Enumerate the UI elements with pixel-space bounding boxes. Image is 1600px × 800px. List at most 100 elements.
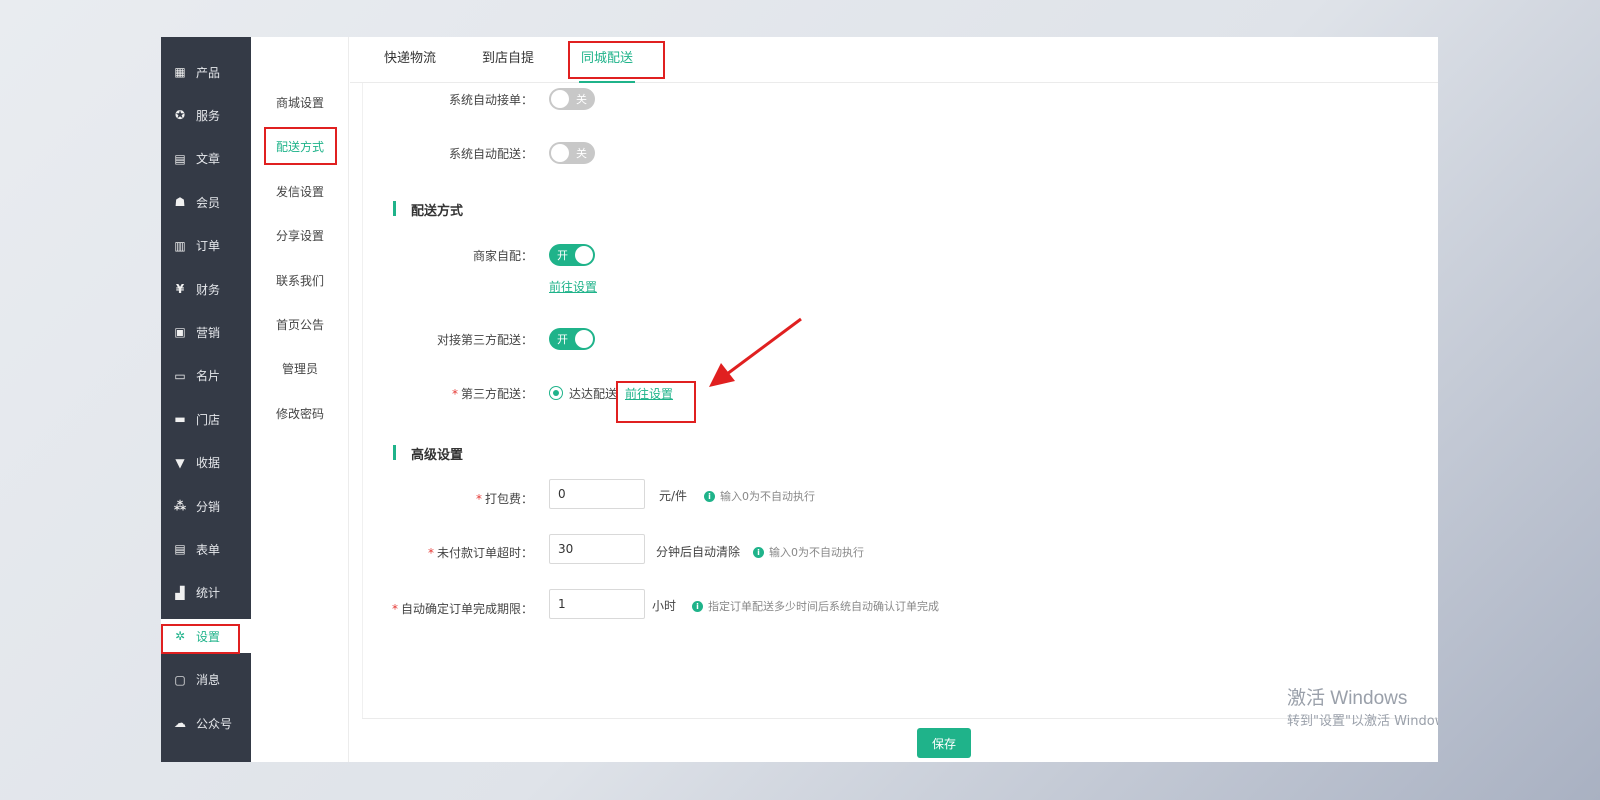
sidebar-item-label: 表单 bbox=[196, 542, 221, 557]
distribution-icon: ⁂ bbox=[173, 499, 187, 513]
chart-icon: ▟ bbox=[175, 585, 185, 600]
sidebar-item-9[interactable]: ▼ 收据 bbox=[161, 446, 251, 480]
merchant-self-label: 商家自配： bbox=[472, 249, 533, 263]
switch-state: 开 bbox=[557, 333, 568, 346]
card-icon: ▭ bbox=[174, 368, 186, 383]
info-icon: i bbox=[692, 600, 703, 612]
merchant-self-settings-link[interactable]: 前往设置 bbox=[549, 278, 597, 295]
auto-confirm-unit: 小时 bbox=[652, 599, 677, 613]
document-icon: ▤ bbox=[174, 151, 186, 166]
sidebar-item-label: 产品 bbox=[196, 65, 221, 80]
member-icon: ☗ bbox=[174, 195, 186, 210]
sidebar-item-label: 营销 bbox=[196, 325, 221, 340]
third-party-toggle-switch[interactable]: 开 bbox=[549, 328, 595, 350]
submenu-item-6[interactable]: 管理员 bbox=[251, 354, 349, 384]
sidebar-item-label: 分销 bbox=[196, 499, 221, 514]
sidebar-item-label: 订单 bbox=[196, 239, 221, 254]
unpaid-timeout-input[interactable] bbox=[549, 534, 645, 564]
tab-local-delivery[interactable]: 同城配送 bbox=[578, 37, 636, 83]
sidebar-item-label: 文章 bbox=[196, 152, 221, 167]
tab-express[interactable]: 快递物流 bbox=[384, 37, 436, 83]
required-mark: * bbox=[451, 387, 458, 401]
sidebar-item-13[interactable]: ✲ 设置 bbox=[161, 619, 251, 654]
third-party-toggle-label: 对接第三方配送： bbox=[436, 333, 533, 347]
switch-state: 开 bbox=[557, 249, 568, 262]
unpaid-timeout-label-text: 未付款订单超时： bbox=[436, 546, 533, 560]
auto-confirm-input[interactable] bbox=[549, 589, 645, 619]
content-area: 快递物流 到店自提 同城配送 系统自动接单： 关 系统自动配送： 关 配送方式 … bbox=[350, 37, 1438, 762]
arrow-annotation-icon bbox=[709, 317, 802, 387]
dada-radio[interactable] bbox=[549, 386, 563, 400]
dada-settings-link[interactable]: 前往设置 bbox=[625, 385, 673, 402]
sidebar-item-label: 会员 bbox=[196, 195, 221, 210]
third-party-label-text: 第三方配送： bbox=[460, 387, 533, 401]
gift-icon: ▣ bbox=[174, 325, 186, 340]
third-party-label: * 第三方配送： bbox=[233, 385, 533, 402]
packing-fee-input[interactable] bbox=[549, 479, 645, 509]
unpaid-timeout-hint: i 输入0为不自动执行 bbox=[753, 544, 864, 560]
packing-fee-label: * 打包费： bbox=[233, 490, 533, 507]
sidebar-item-label: 收据 bbox=[196, 456, 221, 471]
switch-knob bbox=[575, 330, 593, 348]
auto-confirm-hint: i 指定订单配送多少时间后系统自动确认订单完成 bbox=[692, 598, 939, 614]
sidebar-item-5[interactable]: ¥ 财务 bbox=[161, 272, 251, 306]
switch-state: 关 bbox=[576, 147, 587, 160]
section-delivery-title: 配送方式 bbox=[393, 200, 463, 219]
store-icon: ▬ bbox=[174, 412, 186, 427]
hint-text: 输入0为不自动执行 bbox=[769, 546, 864, 559]
auto-confirm-label: * 自动确定订单完成期限： bbox=[233, 600, 533, 617]
sidebar-item-label: 设置 bbox=[196, 629, 221, 644]
save-button[interactable]: 保存 bbox=[917, 728, 971, 758]
dada-option-label: 达达配送 bbox=[569, 387, 618, 401]
switch-knob bbox=[551, 90, 569, 108]
hint-text: 输入0为不自动执行 bbox=[720, 490, 815, 503]
unpaid-timeout-label: * 未付款订单超时： bbox=[233, 544, 533, 561]
yen-icon: ¥ bbox=[175, 282, 185, 296]
message-icon: ▢ bbox=[174, 672, 186, 687]
sidebar-item-label: 公众号 bbox=[196, 716, 233, 731]
section-advanced-title: 高级设置 bbox=[393, 444, 463, 463]
hint-text: 指定订单配送多少时间后系统自动确认订单完成 bbox=[708, 600, 939, 613]
sidebar-item-14[interactable]: ▢ 消息 bbox=[161, 663, 251, 697]
switch-knob bbox=[551, 144, 569, 162]
service-icon: ✪ bbox=[174, 108, 186, 123]
auto-accept-label: 系统自动接单： bbox=[448, 93, 533, 107]
required-mark: * bbox=[391, 602, 398, 616]
packing-fee-unit: 元/件 bbox=[659, 489, 688, 503]
submenu-item-4[interactable]: 联系我们 bbox=[251, 266, 349, 296]
sidebar-item-label: 名片 bbox=[196, 369, 221, 384]
sidebar-item-15[interactable]: ☁ 公众号 bbox=[161, 706, 251, 740]
required-mark: * bbox=[427, 546, 434, 560]
receipt-icon: ▼ bbox=[175, 455, 185, 470]
packing-fee-label-text: 打包费： bbox=[484, 492, 533, 506]
app-window: ▦ 产品 ✪ 服务 ▤ 文章 ☗ 会员 ▥ 订单 ¥ 财务 ▣ 营销 ▭ 名片 ▬ 门店 ▼ 收据 ⁂ 分销 ▤ 表单 ▟ 统计 ✲… bbox=[161, 37, 1438, 762]
submenu-item-2[interactable]: 发信设置 bbox=[251, 177, 349, 207]
merchant-self-switch[interactable]: 开 bbox=[549, 244, 595, 266]
sidebar-item-3[interactable]: ☗ 会员 bbox=[161, 185, 251, 219]
delivery-tabs: 快递物流 到店自提 同城配送 bbox=[350, 37, 1438, 83]
auto-confirm-label-text: 自动确定订单完成期限： bbox=[400, 602, 533, 616]
gear-icon: ✲ bbox=[174, 629, 186, 644]
sidebar-item-0[interactable]: ▦ 产品 bbox=[161, 55, 251, 89]
auto-delivery-switch[interactable]: 关 bbox=[549, 142, 595, 164]
grid-icon: ▦ bbox=[174, 65, 186, 79]
settings-form: 系统自动接单： 关 系统自动配送： 关 配送方式 商家自配： 开 前往设置 对接… bbox=[362, 83, 1438, 718]
windows-watermark-title: 激活 Windows bbox=[1287, 688, 1408, 709]
auto-accept-switch[interactable]: 关 bbox=[549, 88, 595, 110]
sidebar-item-label: 门店 bbox=[196, 412, 221, 427]
submenu-item-7[interactable]: 修改密码 bbox=[251, 399, 349, 429]
auto-delivery-label: 系统自动配送： bbox=[448, 147, 533, 161]
unpaid-timeout-unit: 分钟后自动清除 bbox=[656, 545, 741, 559]
sidebar-item-8[interactable]: ▬ 门店 bbox=[161, 402, 251, 436]
form-icon: ▤ bbox=[174, 542, 186, 557]
sidebar-item-label: 服务 bbox=[196, 108, 221, 123]
form-footer: 保存 bbox=[362, 718, 1438, 762]
packing-fee-hint: i 输入0为不自动执行 bbox=[704, 488, 815, 504]
sidebar-item-label: 财务 bbox=[196, 282, 221, 297]
tab-pickup[interactable]: 到店自提 bbox=[482, 37, 534, 83]
switch-state: 关 bbox=[576, 93, 587, 106]
switch-knob bbox=[575, 246, 593, 264]
windows-watermark-subtitle: 转到"设置"以激活 Windows。 bbox=[1287, 714, 1438, 729]
order-icon: ▥ bbox=[174, 238, 186, 253]
sidebar-item-label: 消息 bbox=[196, 673, 221, 688]
